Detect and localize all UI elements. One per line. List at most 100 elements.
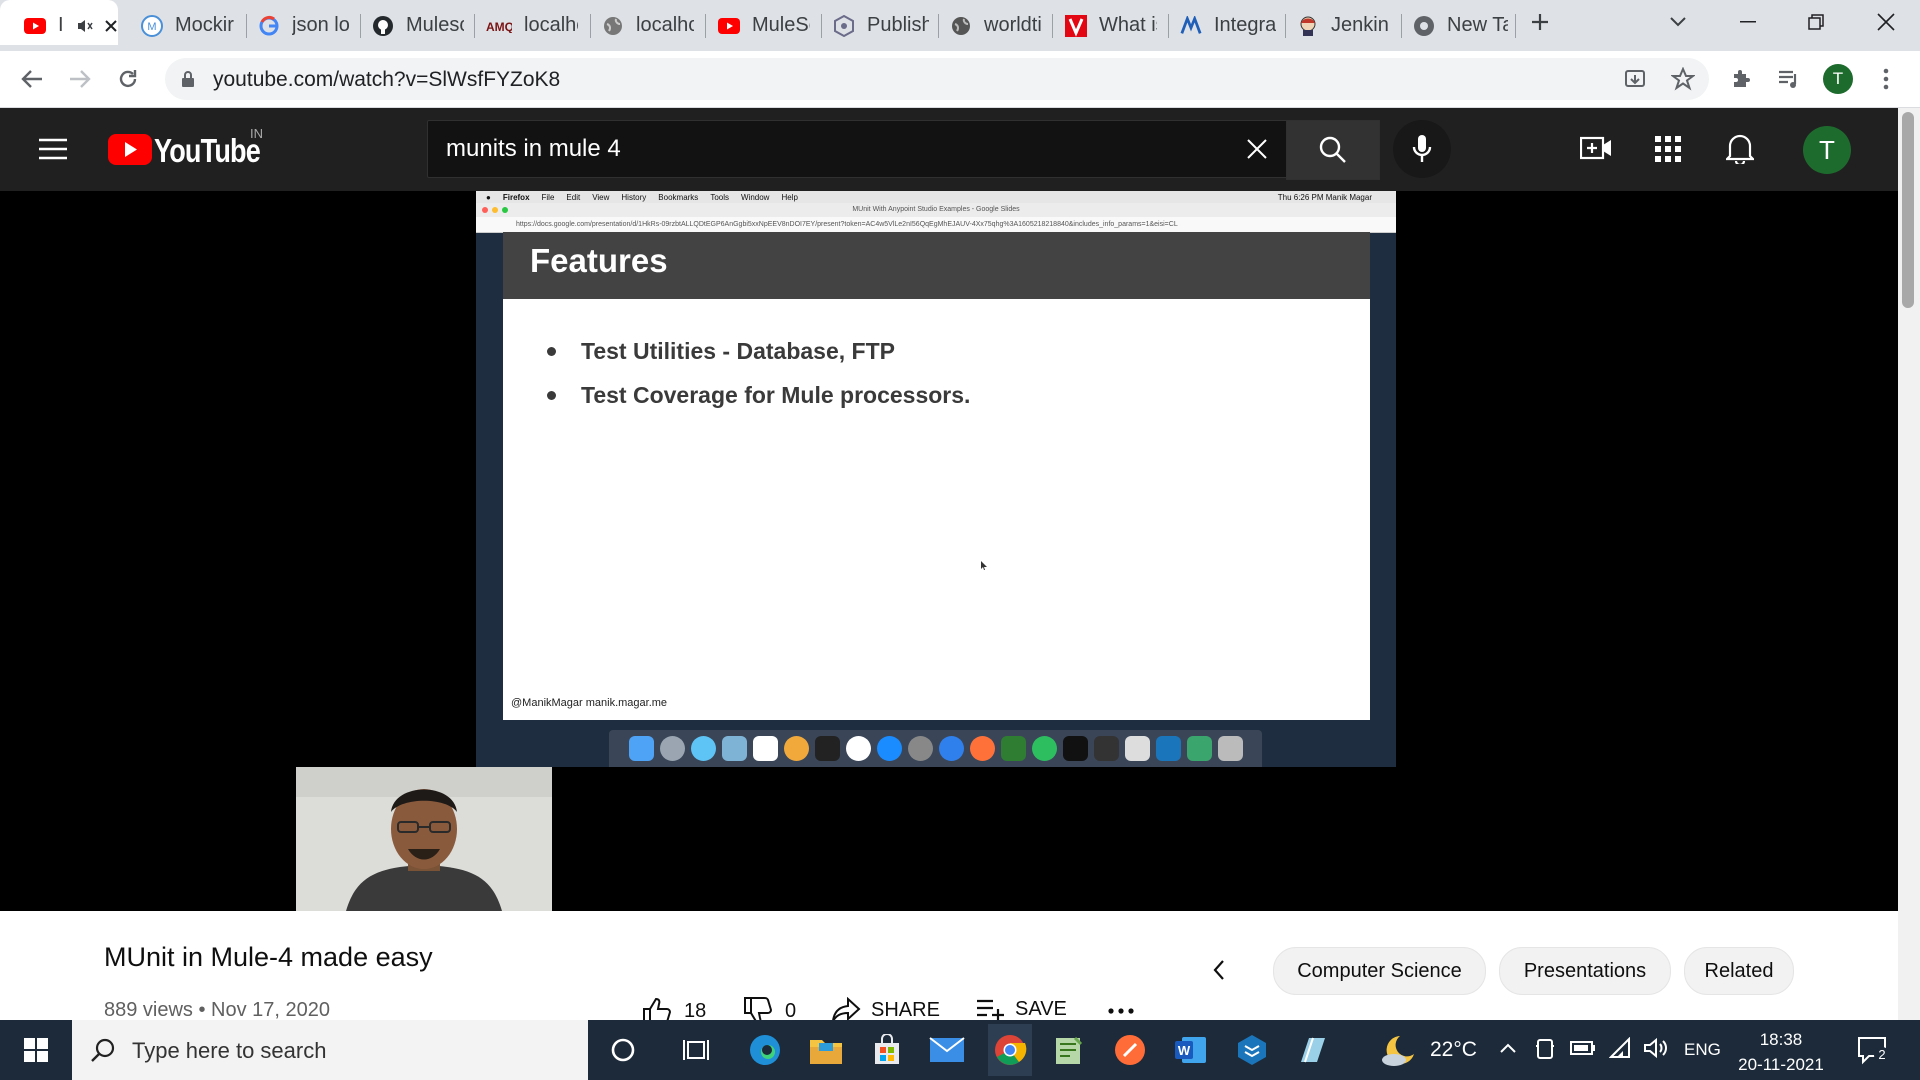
save-label: SAVE [1015,997,1067,1020]
tab-new-tab[interactable]: New Ta [1413,8,1508,43]
chrome-taskbar-icon[interactable] [988,1024,1032,1076]
mail-icon[interactable] [929,1032,965,1068]
tab-audio-icon[interactable] [76,18,94,34]
media-control-button[interactable] [1773,63,1805,95]
avatar: T [1823,64,1853,94]
battery-icon[interactable] [1570,1040,1596,1056]
address-bar[interactable]: youtube.com/watch?v=SlWsfFYZoK8 [165,58,1709,100]
tab-jenkins[interactable]: Jenkins [1297,8,1389,43]
restore-button[interactable] [1786,0,1846,44]
scrollbar-thumb[interactable] [1902,112,1914,308]
tab-github[interactable]: Mulesc [372,8,464,43]
apps-grid-icon[interactable] [1655,136,1681,162]
back-button[interactable] [16,63,48,95]
weather-temperature[interactable]: 22°C [1430,1038,1477,1062]
device-icon[interactable] [1535,1038,1555,1060]
taskbar-search-box[interactable]: Type here to search [72,1020,588,1080]
bullet-text: Test Utilities - Database, FTP [581,338,895,364]
messages-icon [690,736,716,761]
close-window-button[interactable] [1856,0,1916,44]
tab-worldtime[interactable]: worldti [950,8,1042,43]
extensions-button[interactable] [1726,63,1758,95]
hamburger-menu-icon[interactable] [38,137,68,161]
lock-icon[interactable] [181,70,195,88]
clock[interactable]: 18:38 20-11-2021 [1736,1027,1826,1077]
save-button[interactable]: SAVE [975,997,1067,1021]
tab-publish[interactable]: Publish [833,8,929,43]
video-info: MUnit in Mule-4 made easy 889 views • No… [0,911,1898,1025]
tab-json[interactable]: json lo [258,8,350,43]
search-query[interactable]: munits in mule 4 [446,135,621,163]
youtube-account-avatar[interactable]: T [1803,126,1851,174]
video-player[interactable]: ● Firefox File Edit View History Bookmar… [0,191,1898,911]
notifications-bell-icon[interactable] [1726,132,1754,164]
page-scrollbar[interactable] [1898,108,1920,1020]
tab-youtube-active[interactable]: I [24,8,124,43]
svg-text:AMQ: AMQ [486,20,512,33]
notepad-plus-plus-icon[interactable] [1051,1032,1087,1068]
app-taskbar-icon[interactable] [1295,1032,1331,1068]
tab-search-button[interactable] [1648,0,1708,44]
tab-mulesoft-youtube[interactable]: MuleSc [718,8,810,43]
new-tab-button[interactable] [1518,0,1562,44]
chip-computer-science[interactable]: Computer Science [1273,947,1486,995]
tab-localhost[interactable]: localhc [602,8,694,43]
language-indicator[interactable]: ENG [1684,1040,1721,1060]
taskbar-search-placeholder[interactable]: Type here to search [132,1038,326,1064]
mac-menu-item: Window [741,192,770,202]
reload-button[interactable] [112,63,144,95]
cortana-icon[interactable] [605,1032,641,1068]
chevron-up-icon[interactable] [1499,1042,1517,1054]
chrome-menu-button[interactable] [1870,63,1902,95]
tab-close-icon[interactable] [104,19,118,33]
wifi-icon[interactable] [1609,1037,1633,1059]
tab-mockito[interactable]: M Mockir [141,8,236,43]
anypoint-studio-taskbar-icon[interactable] [1234,1032,1270,1068]
mac-status-text: Thu 6:26 PM Manik Magar [1277,192,1372,202]
github-icon [372,15,394,37]
more-actions-button[interactable] [1108,1008,1134,1014]
file-explorer-icon[interactable] [808,1032,844,1068]
voice-search-button[interactable] [1393,120,1451,178]
create-video-icon[interactable] [1580,135,1612,161]
mac-menu-item: Tools [710,192,729,202]
chip-presentations[interactable]: Presentations [1499,947,1671,995]
search-button[interactable] [1286,120,1380,180]
clear-search-icon[interactable] [1246,138,1268,160]
edge-icon[interactable] [747,1032,783,1068]
mac-menu-item: Firefox [502,192,530,202]
minimize-button[interactable] [1718,0,1778,44]
microsoft-store-icon[interactable] [869,1032,905,1068]
search-input[interactable]: munits in mule 4 [427,120,1287,178]
task-view-icon[interactable] [678,1032,714,1068]
firefox-url-bar: https://docs.google.com/presentation/d/1… [476,217,1396,233]
word-icon[interactable]: W [1173,1032,1209,1068]
traffic-lights-icon [482,207,508,213]
start-button[interactable] [0,1020,72,1080]
weather-moon-icon[interactable] [1380,1034,1416,1068]
windows-logo-icon [24,1038,48,1062]
tab-integration[interactable]: Integra [1180,8,1276,43]
action-center-button[interactable]: 2 [1857,1034,1890,1066]
slide-header: Features [503,232,1370,299]
youtube-logo-text[interactable]: YouTube [154,132,261,170]
postman-icon[interactable] [1112,1032,1148,1068]
volume-icon[interactable] [1643,1037,1669,1059]
forward-button[interactable] [64,63,96,95]
search-icon [1319,136,1346,163]
chip-related[interactable]: Related [1684,947,1794,995]
playlist-add-icon [977,999,1004,1021]
anypoint-icon [1180,15,1202,37]
url-text[interactable]: youtube.com/watch?v=SlWsfFYZoK8 [213,68,560,92]
youtube-logo[interactable] [108,134,152,165]
tab-amq[interactable]: AMQ localhc [486,8,578,43]
profile-avatar[interactable]: T [1822,63,1854,95]
chips-previous-button[interactable] [1212,959,1226,981]
tab-what-is[interactable]: What is [1065,8,1157,43]
video-meta: 889 views • Nov 17, 2020 [104,999,331,1021]
install-app-icon[interactable] [1623,67,1647,91]
mockito-icon: M [141,14,163,37]
kindle-icon [1093,736,1119,761]
star-icon[interactable] [1671,67,1695,91]
globe-icon [950,15,972,37]
